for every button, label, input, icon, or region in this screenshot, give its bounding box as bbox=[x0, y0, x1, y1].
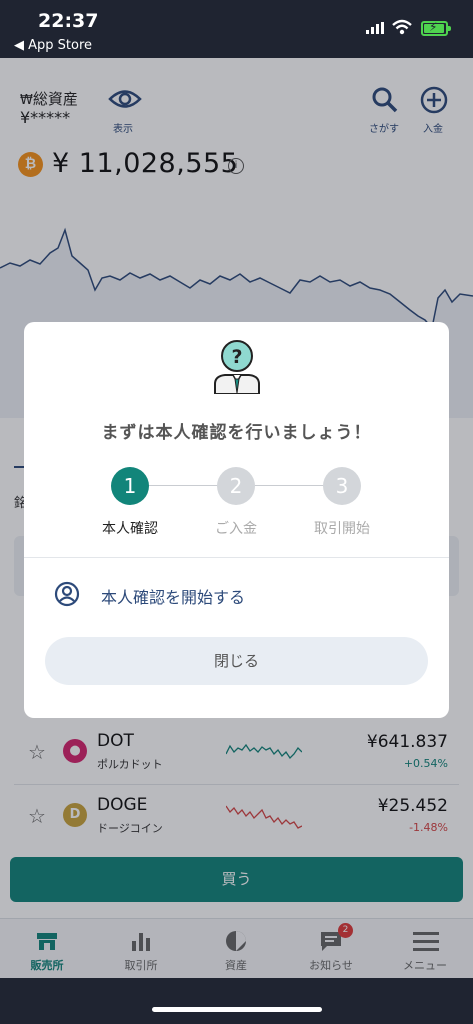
clock: 22:37 bbox=[38, 10, 99, 32]
step-3-circle: 3 bbox=[323, 467, 361, 505]
step-2-circle: 2 bbox=[217, 467, 255, 505]
modal-divider bbox=[24, 557, 449, 558]
close-button[interactable]: 閉じる bbox=[45, 637, 428, 685]
back-to-app-store[interactable]: ◀ App Store bbox=[14, 38, 92, 53]
step-3-label: 取引開始 bbox=[314, 521, 370, 537]
step-1-circle: 1 bbox=[111, 467, 149, 505]
step-2-label: ご入金 bbox=[215, 521, 257, 537]
modal-title: まずは本人確認を行いましょう！ bbox=[101, 423, 372, 443]
signal-icon bbox=[366, 22, 384, 34]
step-1-label: 本人確認 bbox=[102, 521, 158, 537]
question-person-icon: ? bbox=[214, 340, 260, 394]
svg-text:?: ? bbox=[231, 346, 242, 368]
battery-icon: ⚡ bbox=[421, 20, 451, 36]
identity-verification-modal: ? まずは本人確認を行いましょう！ 1 2 3 本人確認 ご入金 取引開始 本人… bbox=[24, 322, 449, 718]
user-circle-icon[interactable] bbox=[54, 581, 80, 607]
wifi-icon bbox=[392, 19, 412, 35]
status-bar: 22:37 ◀ App Store ⚡ bbox=[0, 0, 473, 58]
home-indicator bbox=[152, 1007, 322, 1012]
start-verification-link[interactable]: 本人確認を開始する bbox=[101, 584, 245, 608]
